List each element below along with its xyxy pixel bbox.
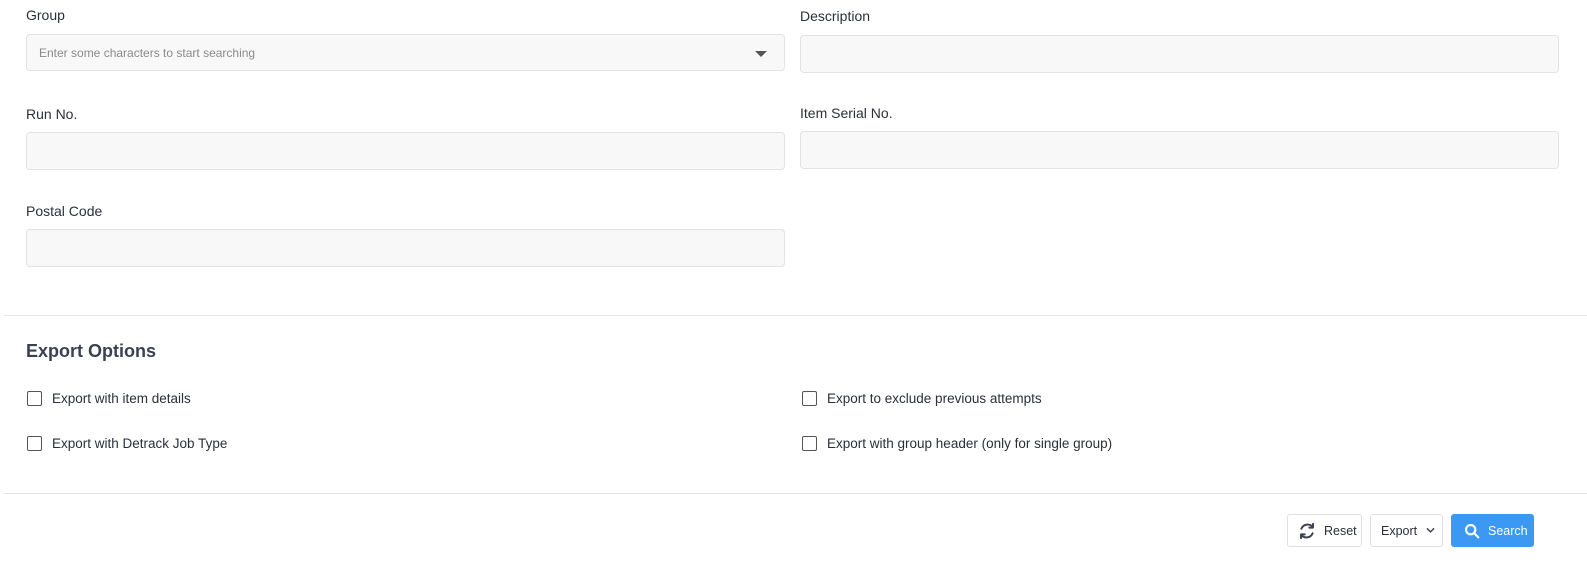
export-job-type-label: Export with Detrack Job Type [52,436,228,451]
postal-code-input[interactable] [26,229,785,267]
description-field: Description [800,7,1559,73]
actions-divider [4,493,1587,494]
group-select-placeholder: Enter some characters to start searching [39,46,256,60]
export-group-header-checkbox[interactable] [802,436,817,451]
group-select[interactable]: Enter some characters to start searching [26,34,785,71]
item-serial-no-label: Item Serial No. [800,105,893,121]
export-job-type-checkbox[interactable] [27,436,42,451]
chevron-down-icon [1426,526,1435,535]
export-options-title: Export Options [26,341,156,361]
caret-down-icon[interactable] [755,51,767,57]
export-exclude-attempts-label: Export to exclude previous attempts [827,391,1042,406]
search-button[interactable]: Search [1451,514,1534,547]
search-label: Search [1488,523,1528,538]
run-no-field: Run No. [26,105,785,171]
search-form-page: Group Enter some characters to start sea… [0,0,1587,588]
export-item-details-option[interactable]: Export with item details [27,391,191,406]
export-group-header-label: Export with group header (only for singl… [827,436,1113,451]
reset-label: Reset [1324,523,1357,538]
group-field: Group Enter some characters to start sea… [26,6,785,72]
export-exclude-attempts-checkbox[interactable] [802,391,817,406]
export-exclude-attempts-option[interactable]: Export to exclude previous attempts [802,391,1042,406]
item-serial-no-field: Item Serial No. [800,104,1559,170]
run-no-label: Run No. [26,106,78,122]
export-dropdown-button[interactable]: Export [1370,514,1443,547]
section-divider [4,315,1587,316]
export-group-header-option[interactable]: Export with group header (only for singl… [802,436,1112,451]
description-input[interactable] [800,35,1559,73]
refresh-icon [1298,522,1316,540]
search-icon [1464,523,1480,539]
export-job-type-option[interactable]: Export with Detrack Job Type [27,436,227,451]
item-serial-no-input[interactable] [800,131,1559,169]
export-label: Export [1381,523,1418,538]
run-no-input[interactable] [26,132,785,170]
postal-code-label: Postal Code [26,203,103,219]
export-item-details-label: Export with item details [52,391,191,406]
reset-button[interactable]: Reset [1287,514,1362,547]
group-label: Group [26,7,65,23]
description-label: Description [800,8,871,24]
postal-code-field: Postal Code [26,202,785,268]
export-item-details-checkbox[interactable] [27,391,42,406]
